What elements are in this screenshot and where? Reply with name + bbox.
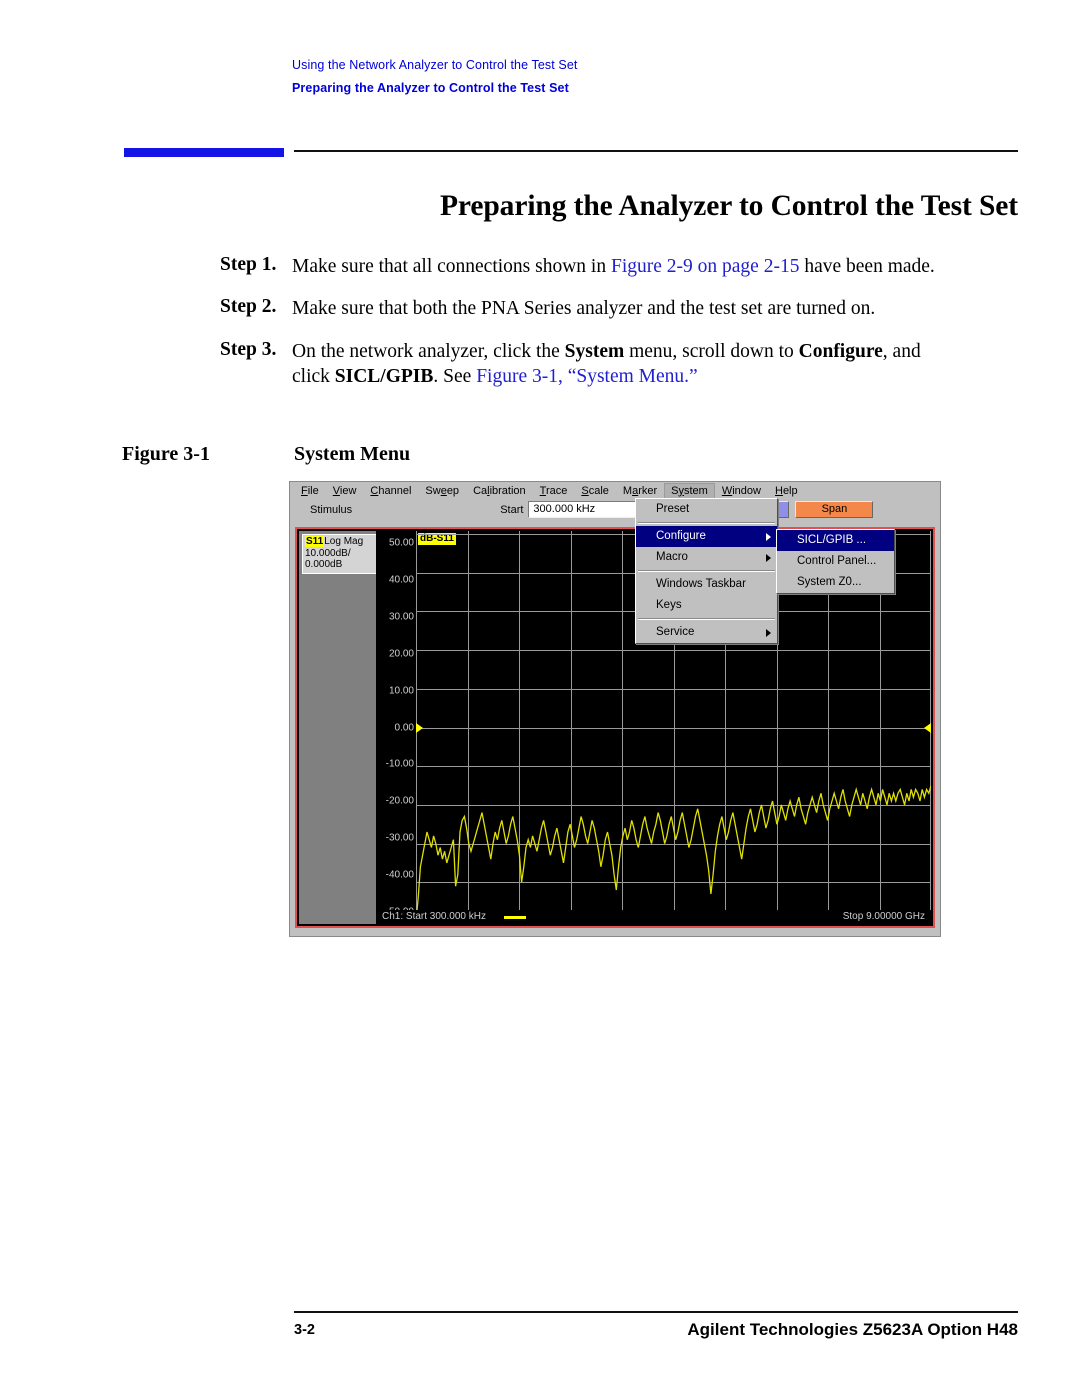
system-dropdown-menu[interactable]: Preset Configure Macro Windows Taskbar Keys S… [635,498,778,644]
step-text: On the network analyzer, click the Syste… [292,339,950,390]
y-axis-labels: 50.00 40.00 30.00 20.00 10.00 0.00 -10.00 -20.0… [376,531,416,924]
menu-item-label: Macro [656,551,688,563]
system-menu-item-configure[interactable]: Configure [636,526,777,547]
y-axis-tick: -10.00 [385,758,414,770]
step-text-run: . See [433,366,477,388]
y-axis-tick: -20.00 [385,795,414,807]
menu-system[interactable]: System [664,482,715,499]
trace-status-box[interactable]: S11Log Mag 10.000dB/ 0.000dB [302,534,378,574]
menu-separator [638,570,775,572]
menu-view[interactable]: View [326,483,364,499]
step-text: Make sure that both the PNA Series analy… [292,296,950,321]
system-menu-item-keys[interactable]: Keys [636,595,777,616]
menu-sweep[interactable]: Sweep [418,483,466,499]
screenshot-system-menu: File View Channel Sweep Calibration Trace Scal… [289,481,941,937]
menu-item-label: SICL/GPIB ... [797,534,867,546]
menu-help[interactable]: Help [768,483,805,499]
trace-parameter-label: S11 [305,536,325,547]
submenu-arrow-icon [766,553,771,562]
graph-status-bar: Ch1: Start 300.000 kHz Stop 9.00000 GHz [376,910,931,924]
menu-item-label: Service [656,626,695,638]
configure-menu-item-sicl-gpib[interactable]: SICL/GPIB ... [777,530,894,551]
start-label: Start [500,503,524,516]
emphasis-text: Configure [798,340,883,362]
application-menu-bar[interactable]: File View Channel Sweep Calibration Trace Scal… [290,482,940,499]
system-menu-item-service[interactable]: Service [636,622,777,643]
system-menu-item-windows-taskbar[interactable]: Windows Taskbar [636,574,777,595]
emphasis-text: SICL/GPIB [334,366,434,388]
page-title: Preparing the Analyzer to Control the Te… [440,189,1018,222]
system-menu-item-preset[interactable]: Preset [636,499,777,520]
menu-separator [638,618,775,620]
step-label: Step 2. [220,296,277,318]
trace-reference-label: 0.000dB [305,559,343,570]
menu-trace[interactable]: Trace [533,483,575,499]
title-rule [294,150,1018,152]
step-text-run: Make sure that all connections shown in [292,256,611,277]
trace-format-label: Log Mag [324,536,364,547]
stimulus-toolbar: Stimulus Start 300.000 kHz Center Span [290,499,940,520]
title-accent-bar [124,148,284,157]
start-frequency-input[interactable]: 300.000 kHz [528,501,650,518]
menu-item-label: Control Panel... [797,555,877,567]
menu-item-label: Keys [656,599,682,611]
footer-rule [294,1311,1018,1313]
y-axis-tick: 10.00 [388,685,414,697]
step-text: Make sure that all connections shown in … [292,254,950,279]
running-header: Using the Network Analyzer to Control th… [292,58,952,95]
menu-calibration[interactable]: Calibration [466,483,533,499]
menu-item-label: Configure [656,530,706,542]
status-start-frequency: Ch1: Start 300.000 kHz [382,911,486,922]
configure-menu-item-control-panel[interactable]: Control Panel... [777,551,894,572]
status-stop-frequency: Stop 9.00000 GHz [842,911,925,922]
y-axis-tick: 20.00 [388,648,414,660]
step-item: Step 2. Make sure that both the PNA Serie… [220,296,950,321]
stimulus-label: Stimulus [310,503,353,516]
figure-number: Figure 3-1 [122,443,210,465]
trace-info-panel: S11Log Mag 10.000dB/ 0.000dB [299,531,378,924]
y-axis-tick: 0.00 [394,722,414,733]
system-menu-item-macro[interactable]: Macro [636,547,777,568]
trace-legend-dash [504,916,526,919]
span-button[interactable]: Span [795,501,874,518]
page-number: 3-2 [294,1322,315,1338]
menu-window[interactable]: Window [715,483,768,499]
step-text-run: Make sure that both the PNA Series analy… [292,298,876,320]
submenu-arrow-icon [766,532,771,541]
step-item: Step 1. Make sure that all connections sh… [220,254,950,279]
figure-title: System Menu [294,443,411,465]
header-chapter-title: Using the Network Analyzer to Control th… [292,58,578,72]
menu-marker[interactable]: Marker [616,483,664,499]
cross-reference-link[interactable]: Figure 2-9 on page 2-15 [611,256,799,277]
step-text-run: have been made. [799,256,935,277]
menu-channel[interactable]: Channel [363,483,418,499]
menu-item-label: System Z0... [797,576,862,588]
menu-scale[interactable]: Scale [574,483,616,499]
cross-reference-link[interactable]: Figure 3-1, “System Menu.” [476,366,698,387]
trace-scale-label: 10.000dB/ [305,547,351,559]
step-label: Step 1. [220,254,277,275]
emphasis-text: System [564,340,625,362]
y-axis-tick: -40.00 [385,869,414,881]
configure-submenu[interactable]: SICL/GPIB ... Control Panel... System Z0..… [776,529,895,594]
menu-item-label: Preset [656,503,690,515]
y-axis-tick: -30.00 [385,832,414,844]
y-axis-tick: 30.00 [388,611,414,623]
step-label: Step 3. [220,338,277,360]
menu-separator [638,522,775,524]
menu-item-label: Windows Taskbar [656,578,746,590]
figure-caption: Figure 3-1 System Menu [122,443,410,466]
step-item: Step 3. On the network analyzer, click th… [220,339,950,390]
header-section-title: Preparing the Analyzer to Control the Te… [292,81,569,95]
step-text-run: On the network analyzer, click the [292,340,565,362]
step-text-run: menu, scroll down to [624,340,799,362]
steps-list: Step 1. Make sure that all connections sh… [220,254,950,406]
configure-menu-item-system-z0[interactable]: System Z0... [777,572,894,593]
y-axis-tick: 40.00 [388,574,414,586]
menu-file[interactable]: File [294,483,326,499]
y-axis-tick: 50.00 [388,537,414,549]
submenu-arrow-icon [766,628,771,637]
footer-product-name: Agilent Technologies Z5623A Option H48 [687,1320,1018,1339]
